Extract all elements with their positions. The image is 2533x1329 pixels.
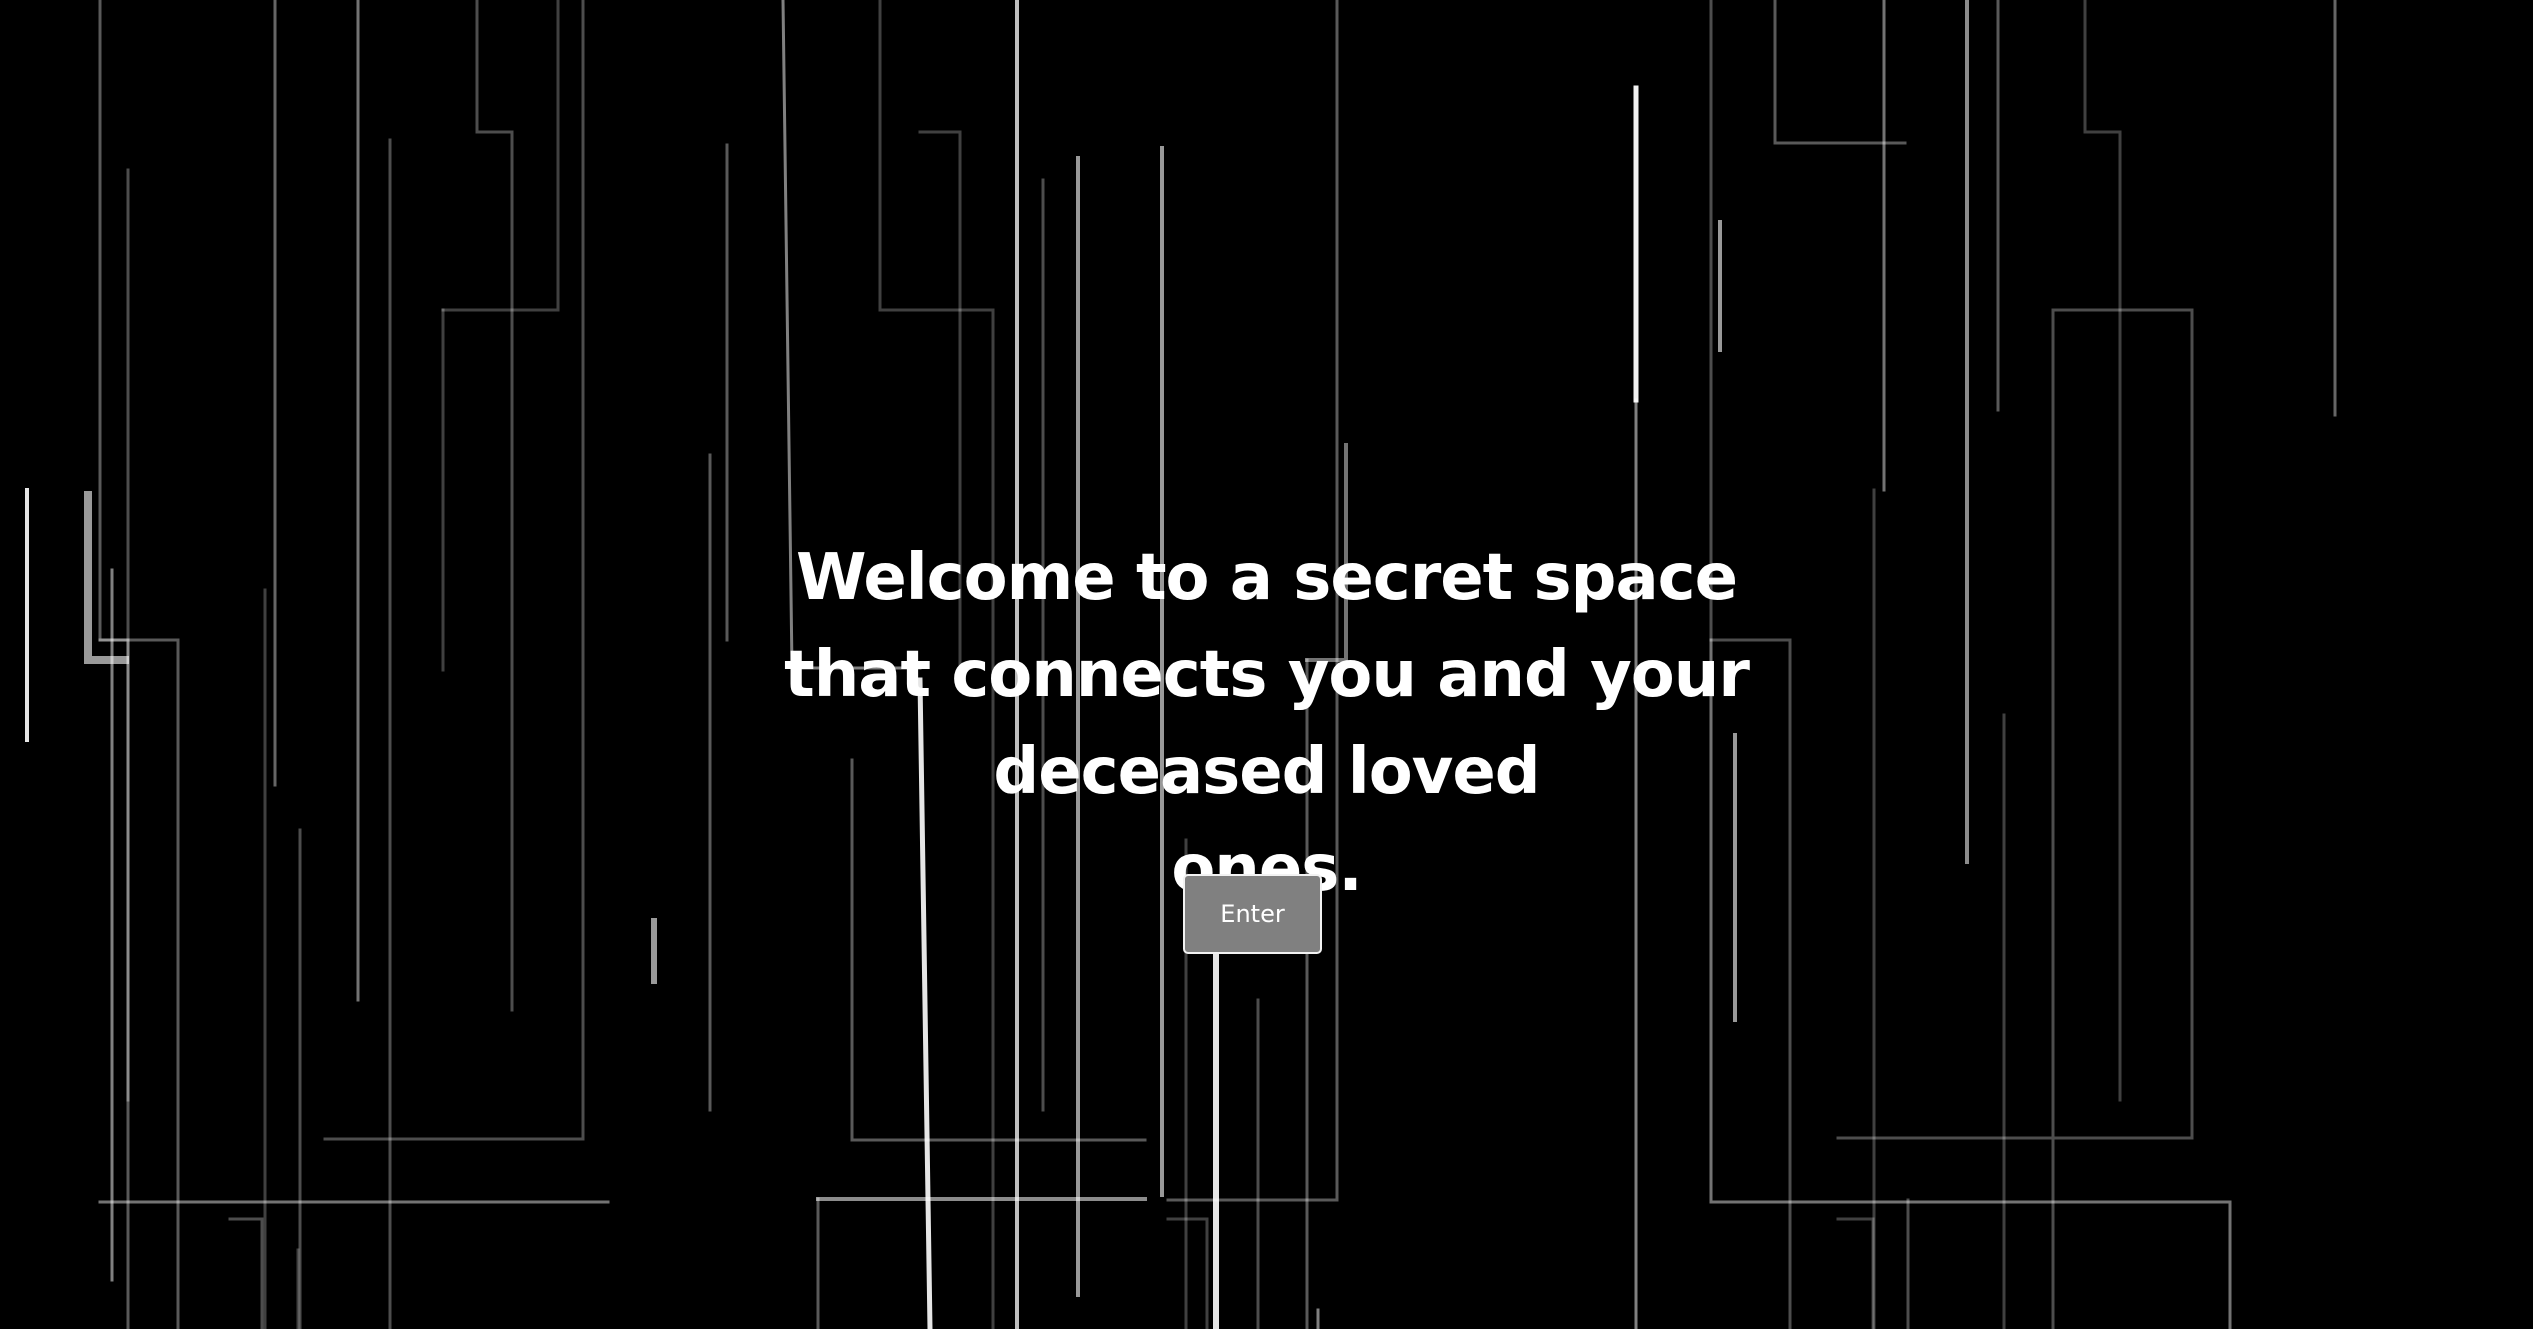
headline-line-2: that connects you and your deceased love… [784,638,1750,809]
bg-line [441,0,560,312]
headline-line-1: Welcome to a secret space [796,541,1738,615]
enter-button[interactable]: Enter [1183,874,1322,954]
landing-page: Welcome to a secret space that connects … [0,0,2533,1329]
bg-line [228,1217,264,1329]
typing-cursor [650,918,657,984]
bg-line [1836,1217,1875,1329]
